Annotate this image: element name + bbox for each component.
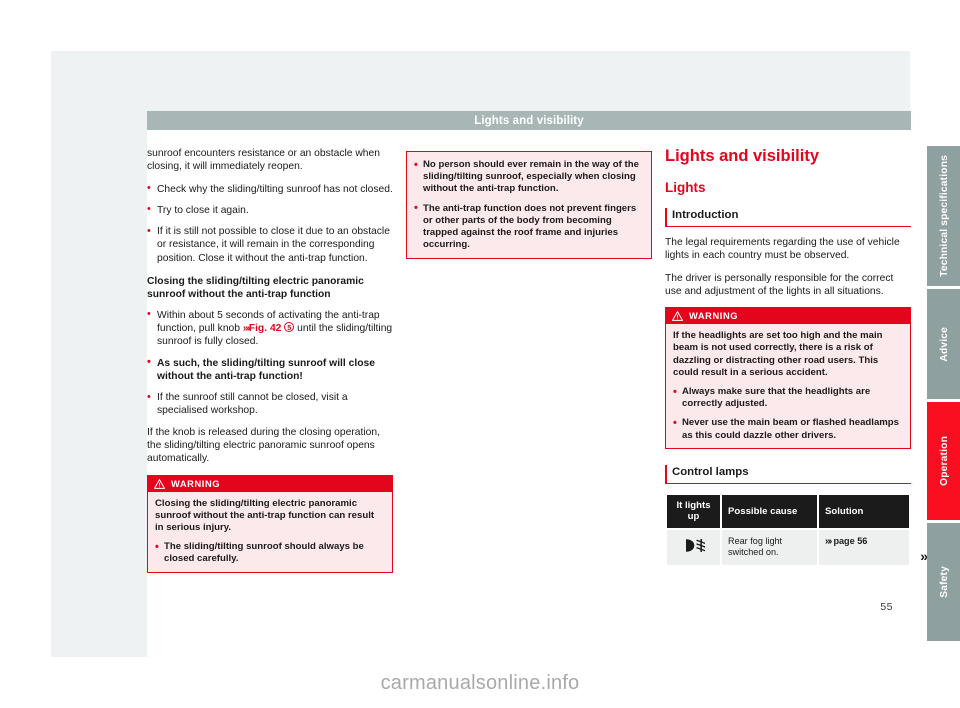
cell-solution: »› page 56 xyxy=(819,529,909,565)
list-item: The sliding/tilting sunroof should alway… xyxy=(155,541,385,565)
sidebar-item-advice[interactable]: Advice xyxy=(927,289,960,399)
list-item: If the sunroof still cannot be closed, v… xyxy=(147,391,393,418)
chapter-title: Lights and visibility xyxy=(665,147,820,165)
page-reference-link[interactable]: page 56 xyxy=(833,536,867,546)
warning-box-body: If the headlights are set too high and t… xyxy=(666,324,910,448)
topic-title-control-lamps: Control lamps xyxy=(665,464,911,484)
list-item: The anti-trap function does not prevent … xyxy=(414,202,644,252)
list-item: If it is still not possible to close it … xyxy=(147,225,393,265)
rear-fog-light-icon xyxy=(667,529,720,565)
warning-bullet-list: The sliding/tilting sunroof should alway… xyxy=(155,541,385,565)
subsection-heading: Closing the sliding/tilting electric pan… xyxy=(147,276,364,301)
middle-column: No person should ever remain in the way … xyxy=(406,147,652,583)
warning-box-left: WARNING Closing the sliding/tilting elec… xyxy=(147,474,393,573)
column-header-lights-up: It lights up xyxy=(667,494,720,528)
section-title: Lights xyxy=(665,180,706,195)
warning-triangle-icon xyxy=(154,478,165,489)
column-header-solution: Solution xyxy=(819,494,909,528)
sidebar-item-technical-specifications[interactable]: Technical specifications xyxy=(927,146,960,286)
running-header-title: Lights and visibility xyxy=(474,114,584,127)
list-item: Check why the sliding/tilting sunroof ha… xyxy=(147,182,393,196)
page-number: 55 xyxy=(880,600,893,613)
list-item-with-figure-reference: Within about 5 seconds of activating the… xyxy=(147,308,393,349)
warning-box-body: No person should ever remain in the way … xyxy=(407,152,651,258)
left-column: sunroof encounters resistance or an obst… xyxy=(147,147,393,583)
table-row: Rear fog light switched on. »› page 56 xyxy=(667,529,909,565)
table-header-row: It lights up Possible cause Solution xyxy=(667,494,909,528)
cell-possible-cause: Rear fog light switched on. xyxy=(722,529,817,565)
page-reference-arrows-icon: »› xyxy=(825,535,832,547)
bullet-list-reference: Within about 5 seconds of activating the… xyxy=(147,308,393,349)
manual-page: Lights and visibility sunroof encounters… xyxy=(147,111,928,683)
list-item: Never use the main beam or flashed headl… xyxy=(673,417,903,441)
side-tab-label: Technical specifications xyxy=(938,155,950,277)
side-tab-label: Operation xyxy=(938,436,950,486)
column-header-possible-cause: Possible cause xyxy=(722,494,817,528)
body-paragraph: The legal requirements regarding the use… xyxy=(665,237,900,262)
warning-paragraph: Closing the sliding/tilting electric pan… xyxy=(155,497,375,534)
intro-paragraph: sunroof encounters resistance or an obst… xyxy=(147,148,380,173)
warning-label: WARNING xyxy=(689,311,739,322)
topic-title-introduction: Introduction xyxy=(665,208,911,227)
side-tab-navigation: Technical specifications Advice Operatio… xyxy=(927,146,960,644)
right-column: Lights and visibility Lights Introductio… xyxy=(665,147,928,613)
warning-box-middle: No person should ever remain in the way … xyxy=(406,151,652,260)
body-paragraph: The driver is personally responsible for… xyxy=(665,272,894,297)
warning-triangle-icon xyxy=(672,311,683,322)
warning-paragraph: If the headlights are set too high and t… xyxy=(673,330,883,378)
sidebar-item-safety[interactable]: Safety xyxy=(927,523,960,641)
warning-box-body: Closing the sliding/tilting electric pan… xyxy=(148,492,392,572)
three-column-layout: sunroof encounters resistance or an obst… xyxy=(147,147,928,613)
warning-box-header: WARNING xyxy=(666,308,910,325)
list-item: As such, the sliding/tilting sunroof wil… xyxy=(147,356,393,384)
figure-reference-link[interactable]: Fig. 42 xyxy=(249,323,282,334)
side-tab-label: Safety xyxy=(938,566,950,598)
list-item: No person should ever remain in the way … xyxy=(414,159,644,196)
list-item: Try to close it again. xyxy=(147,203,393,217)
list-item: Always make sure that the headlights are… xyxy=(673,385,903,410)
warning-bullet-list: Always make sure that the headlights are… xyxy=(673,385,903,442)
warning-label: WARNING xyxy=(171,478,221,489)
closing-paragraph: If the knob is released during the closi… xyxy=(147,426,380,465)
warning-box-header: WARNING xyxy=(148,475,392,492)
control-lamps-table: It lights up Possible cause Solution Rea… xyxy=(665,493,911,567)
page-shell: Lights and visibility sunroof encounters… xyxy=(51,51,960,683)
bullet-list-first: Check why the sliding/tilting sunroof ha… xyxy=(147,182,393,265)
running-header: Lights and visibility xyxy=(147,111,911,130)
control-lamps-table-wrapper: It lights up Possible cause Solution Rea… xyxy=(665,493,928,567)
side-tab-label: Advice xyxy=(938,326,950,362)
site-watermark: carmanualsonline.info xyxy=(380,672,580,694)
sidebar-item-operation[interactable]: Operation xyxy=(927,402,960,520)
callout-number-badge: 5 xyxy=(284,321,295,332)
warning-box-right: WARNING If the headlights are set too hi… xyxy=(665,307,911,449)
bullet-list-second: As such, the sliding/tilting sunroof wil… xyxy=(147,356,393,418)
warning-bullet-list: No person should ever remain in the way … xyxy=(414,159,644,251)
